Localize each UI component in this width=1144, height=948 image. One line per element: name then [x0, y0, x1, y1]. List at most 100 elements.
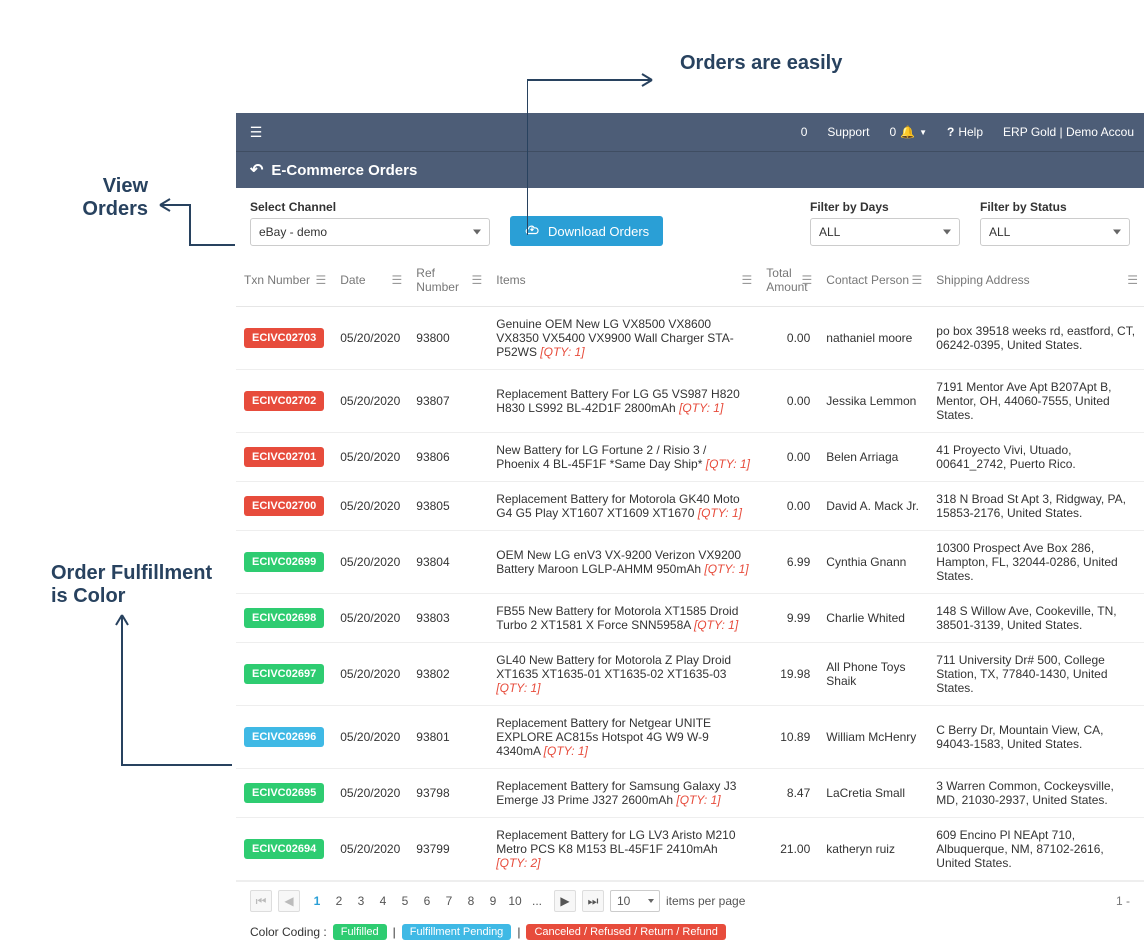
filter-icon[interactable]: ☰	[472, 273, 483, 287]
cell-addr: 711 University Dr# 500, College Station,…	[928, 643, 1144, 706]
table-row[interactable]: ECIVC0269805/20/202093803FB55 New Batter…	[236, 594, 1144, 643]
cell-amount: 19.98	[758, 643, 818, 706]
cell-date: 05/20/2020	[332, 769, 408, 818]
status-value: ALL	[989, 225, 1010, 239]
txn-badge[interactable]: ECIVC02698	[244, 608, 324, 628]
txn-badge[interactable]: ECIVC02700	[244, 496, 324, 516]
channel-select[interactable]: eBay - demo	[250, 218, 490, 246]
per-page-select[interactable]: 10	[610, 890, 660, 912]
filter-icon[interactable]: ☰	[315, 273, 326, 287]
channel-value: eBay - demo	[259, 225, 327, 239]
help-label: Help	[958, 125, 983, 139]
table-row[interactable]: ECIVC0269505/20/202093798Replacement Bat…	[236, 769, 1144, 818]
th-ref[interactable]: Ref Number	[416, 266, 459, 294]
bell-icon: 🔔	[900, 125, 915, 139]
table-row[interactable]: ECIVC0269705/20/202093802GL40 New Batter…	[236, 643, 1144, 706]
table-row[interactable]: ECIVC0270305/20/202093800Genuine OEM New…	[236, 307, 1144, 370]
th-contact[interactable]: Contact Person	[826, 273, 909, 287]
topbar: ☰ 0 Support 0 🔔 ▼ ? Help ERP Gold | Demo…	[236, 113, 1144, 151]
legend-fulfilled: Fulfilled	[333, 924, 387, 940]
cell-contact: Jessika Lemmon	[818, 370, 928, 433]
topbar-help-link[interactable]: ? Help	[937, 125, 993, 139]
pager-page[interactable]: 3	[350, 890, 372, 912]
chevron-down-icon	[648, 899, 654, 903]
chevron-down-icon: ▼	[919, 128, 927, 137]
cell-items: Replacement Battery for Motorola GK40 Mo…	[488, 482, 758, 531]
days-value: ALL	[819, 225, 840, 239]
chevron-down-icon	[943, 230, 951, 235]
cell-qty: [QTY: 1]	[540, 345, 584, 359]
back-icon[interactable]: ↶	[250, 160, 263, 180]
cell-ref: 93799	[408, 818, 488, 881]
filter-icon[interactable]: ☰	[742, 273, 753, 287]
menu-toggle-button[interactable]: ☰	[236, 124, 276, 141]
pager-page[interactable]: 1	[306, 890, 328, 912]
legend-pending: Fulfillment Pending	[402, 924, 512, 940]
cell-items: New Battery for LG Fortune 2 / Risio 3 /…	[488, 433, 758, 482]
cell-contact: Charlie Whited	[818, 594, 928, 643]
filter-icon[interactable]: ☰	[1127, 273, 1138, 287]
chevron-down-icon	[1113, 230, 1121, 235]
topbar-account-link[interactable]: ERP Gold | Demo Accou	[993, 125, 1144, 139]
download-orders-button[interactable]: Download Orders	[510, 216, 663, 246]
filter-icon[interactable]: ☰	[802, 273, 813, 287]
table-row[interactable]: ECIVC0270005/20/202093805Replacement Bat…	[236, 482, 1144, 531]
per-page-label: items per page	[666, 894, 745, 908]
th-addr[interactable]: Shipping Address	[936, 273, 1029, 287]
table-row[interactable]: ECIVC0269905/20/202093804OEM New LG enV3…	[236, 531, 1144, 594]
pager-last-button[interactable]: ⏭	[582, 890, 604, 912]
th-items[interactable]: Items	[496, 273, 525, 287]
txn-badge[interactable]: ECIVC02695	[244, 783, 324, 803]
txn-badge[interactable]: ECIVC02699	[244, 552, 324, 572]
table-row[interactable]: ECIVC0270105/20/202093806New Battery for…	[236, 433, 1144, 482]
txn-badge[interactable]: ECIVC02701	[244, 447, 324, 467]
notif-count: 0	[889, 125, 896, 139]
txn-badge[interactable]: ECIVC02696	[244, 727, 324, 747]
cell-ref: 93804	[408, 531, 488, 594]
pager-page[interactable]: ...	[526, 890, 548, 912]
color-legend: Color Coding : Fulfilled | Fulfillment P…	[236, 920, 1144, 948]
pager-page[interactable]: 9	[482, 890, 504, 912]
pager: ⏮ ◀ 12345678910... ▶ ⏭ 10 items per page…	[236, 881, 1144, 920]
topbar-count1[interactable]: 0	[791, 125, 818, 139]
pager-page[interactable]: 10	[504, 890, 526, 912]
th-txn[interactable]: Txn Number	[244, 273, 310, 287]
days-select[interactable]: ALL	[810, 218, 960, 246]
cloud-download-icon	[524, 223, 540, 240]
table-row[interactable]: ECIVC0269605/20/202093801Replacement Bat…	[236, 706, 1144, 769]
txn-badge[interactable]: ECIVC02694	[244, 839, 324, 859]
pager-next-button[interactable]: ▶	[554, 890, 576, 912]
cell-amount: 0.00	[758, 433, 818, 482]
cell-ref: 93806	[408, 433, 488, 482]
cell-contact: Cynthia Gnann	[818, 531, 928, 594]
cell-contact: Belen Arriaga	[818, 433, 928, 482]
cell-qty: [QTY: 1]	[698, 506, 742, 520]
pager-page[interactable]: 4	[372, 890, 394, 912]
cell-addr: C Berry Dr, Mountain View, CA, 94043-158…	[928, 706, 1144, 769]
cell-contact: katheryn ruiz	[818, 818, 928, 881]
txn-badge[interactable]: ECIVC02702	[244, 391, 324, 411]
th-date[interactable]: Date	[340, 273, 365, 287]
status-select[interactable]: ALL	[980, 218, 1130, 246]
pager-page[interactable]: 6	[416, 890, 438, 912]
pager-range: 1 -	[1116, 894, 1130, 908]
filter-icon[interactable]: ☰	[912, 273, 923, 287]
filter-icon[interactable]: ☰	[392, 273, 403, 287]
pager-first-button[interactable]: ⏮	[250, 890, 272, 912]
topbar-notifications[interactable]: 0 🔔 ▼	[879, 125, 937, 139]
txn-badge[interactable]: ECIVC02697	[244, 664, 324, 684]
per-page-value: 10	[617, 894, 630, 908]
cell-addr: 609 Encino Pl NEApt 710, Albuquerque, NM…	[928, 818, 1144, 881]
pager-prev-button[interactable]: ◀	[278, 890, 300, 912]
txn-badge[interactable]: ECIVC02703	[244, 328, 324, 348]
cell-items: GL40 New Battery for Motorola Z Play Dro…	[488, 643, 758, 706]
pager-page[interactable]: 2	[328, 890, 350, 912]
topbar-support-link[interactable]: Support	[817, 125, 879, 139]
cell-addr: 7191 Mentor Ave Apt B207Apt B, Mentor, O…	[928, 370, 1144, 433]
cell-items: FB55 New Battery for Motorola XT1585 Dro…	[488, 594, 758, 643]
pager-page[interactable]: 8	[460, 890, 482, 912]
pager-page[interactable]: 5	[394, 890, 416, 912]
table-row[interactable]: ECIVC0270205/20/202093807Replacement Bat…	[236, 370, 1144, 433]
pager-page[interactable]: 7	[438, 890, 460, 912]
table-row[interactable]: ECIVC0269405/20/202093799Replacement Bat…	[236, 818, 1144, 881]
